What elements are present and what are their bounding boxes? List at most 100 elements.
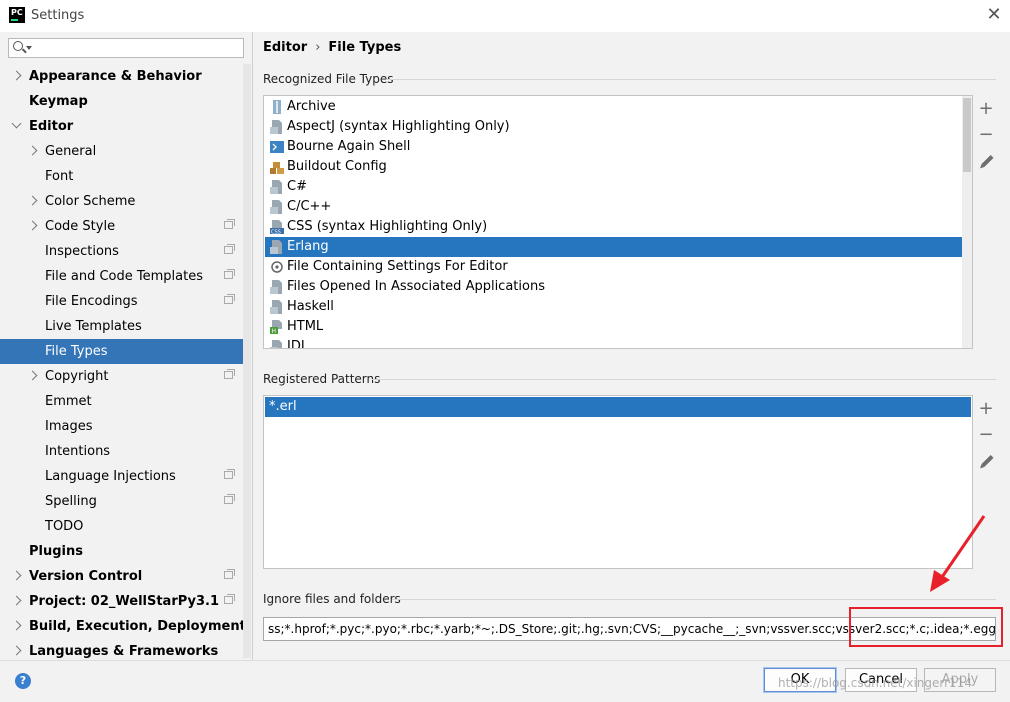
sidebar-item[interactable]: Inspections xyxy=(0,239,250,264)
sidebar-item[interactable]: File Types xyxy=(0,339,250,364)
sidebar-item[interactable]: Spelling xyxy=(0,489,250,514)
registered-patterns-list[interactable]: *.erl xyxy=(263,395,973,569)
sidebar-item[interactable]: Color Scheme xyxy=(0,189,250,214)
close-icon[interactable]: ✕ xyxy=(983,4,1005,26)
sidebar-item[interactable]: Live Templates xyxy=(0,314,250,339)
file-type-row[interactable]: Erlang xyxy=(265,237,962,257)
add-pattern-button[interactable]: + xyxy=(978,400,994,418)
chevron-down-icon[interactable] xyxy=(11,118,22,129)
sidebar-item[interactable]: Code Style xyxy=(0,214,250,239)
search-icon xyxy=(13,41,23,51)
sidebar-item-label: Appearance & Behavior xyxy=(29,69,202,84)
edit-file-type-button[interactable] xyxy=(978,152,996,170)
pattern-label: *.erl xyxy=(269,399,297,414)
chevron-right-icon[interactable] xyxy=(11,620,22,631)
chevron-right-icon[interactable] xyxy=(27,220,38,231)
pencil-icon xyxy=(981,154,994,168)
section-divider xyxy=(371,379,996,380)
file-types-scrollbar[interactable] xyxy=(962,96,972,348)
file-type-row[interactable]: Buildout Config xyxy=(265,157,962,177)
sidebar-item[interactable]: Keymap xyxy=(0,89,250,114)
registered-patterns-label: Registered Patterns xyxy=(263,372,381,386)
chevron-right-icon[interactable] xyxy=(11,645,22,656)
sidebar-item[interactable]: General xyxy=(0,139,250,164)
pattern-row[interactable]: *.erl xyxy=(265,397,971,417)
annotation-arrow-icon xyxy=(930,515,986,592)
chevron-right-icon[interactable] xyxy=(27,370,38,381)
project-scope-icon xyxy=(224,569,235,579)
help-icon[interactable]: ? xyxy=(15,673,31,689)
file-types-list[interactable]: IDL H HTML Haskell Files Opened In Associate… xyxy=(263,95,973,349)
section-divider xyxy=(392,599,996,600)
file-type-row[interactable]: CSS CSS (syntax Highlighting Only) xyxy=(265,217,962,237)
file-type-row[interactable]: Files Opened In Associated Applications xyxy=(265,277,962,297)
sidebar-item[interactable]: Project: 02_WellStarPy3.1 xyxy=(0,589,250,614)
chevron-down-icon[interactable] xyxy=(26,46,32,50)
svg-text:CSS: CSS xyxy=(271,230,281,235)
file-type-row[interactable]: Bourne Again Shell xyxy=(265,137,962,157)
chevron-right-icon[interactable] xyxy=(27,195,38,206)
sidebar-item[interactable]: Copyright xyxy=(0,364,250,389)
breadcrumb-current: File Types xyxy=(328,40,402,55)
sidebar-item-label: Version Control xyxy=(29,569,143,584)
sidebar-item-label: Plugins xyxy=(29,544,83,559)
sidebar-item-label: Emmet xyxy=(45,394,92,409)
scrollbar-thumb[interactable] xyxy=(963,98,971,172)
file-type-label: Files Opened In Associated Applications xyxy=(287,279,545,294)
splitter[interactable] xyxy=(252,32,253,660)
sidebar-item[interactable]: Images xyxy=(0,414,250,439)
file-type-label: Haskell xyxy=(287,299,334,314)
remove-file-type-button[interactable]: − xyxy=(978,126,994,144)
chevron-right-icon[interactable] xyxy=(11,570,22,581)
file-type-row[interactable]: Archive xyxy=(265,97,962,117)
shell-icon xyxy=(270,140,284,154)
sidebar-item-label: File and Code Templates xyxy=(45,269,203,284)
chevron-right-icon[interactable] xyxy=(27,145,38,156)
file-type-row[interactable]: IDL xyxy=(265,337,962,348)
edit-pattern-button[interactable] xyxy=(978,452,996,470)
chevron-right-icon[interactable] xyxy=(11,595,22,606)
sidebar-item[interactable]: Appearance & Behavior xyxy=(0,64,250,89)
sidebar-item-label: Copyright xyxy=(45,369,109,384)
settings-search-input[interactable] xyxy=(8,38,244,58)
sidebar-item-label: Language Injections xyxy=(45,469,176,484)
sidebar-item[interactable]: Language Injections xyxy=(0,464,250,489)
sidebar-item[interactable]: Emmet xyxy=(0,389,250,414)
file-type-row[interactable]: File Containing Settings For Editor xyxy=(265,257,962,277)
sidebar-item[interactable]: Font xyxy=(0,164,250,189)
project-scope-icon xyxy=(224,219,235,229)
sidebar-item[interactable]: Intentions xyxy=(0,439,250,464)
html-icon: H xyxy=(270,320,284,335)
sidebar-item[interactable]: File Encodings xyxy=(0,289,250,314)
chevron-right-icon[interactable] xyxy=(11,70,22,81)
file-icon xyxy=(270,120,284,134)
file-type-row[interactable]: AspectJ (syntax Highlighting Only) xyxy=(265,117,962,137)
sidebar-item[interactable]: Plugins xyxy=(0,539,250,564)
remove-pattern-button[interactable]: − xyxy=(978,426,994,444)
add-file-type-button[interactable]: + xyxy=(978,100,994,118)
file-type-row[interactable]: Haskell xyxy=(265,297,962,317)
breadcrumb-parent[interactable]: Editor xyxy=(263,40,307,55)
sidebar-scrollbar[interactable] xyxy=(243,64,251,658)
sidebar-item-label: Spelling xyxy=(45,494,97,509)
file-type-row[interactable]: C/C++ xyxy=(265,197,962,217)
file-icon xyxy=(270,240,284,254)
sidebar-item[interactable]: Version Control xyxy=(0,564,250,589)
sidebar-item-label: Inspections xyxy=(45,244,119,259)
file-icon xyxy=(270,340,284,348)
pencil-icon xyxy=(981,454,994,468)
project-scope-icon xyxy=(224,294,235,304)
sidebar-item-label: File Types xyxy=(45,344,108,359)
editorconfig-icon xyxy=(270,260,284,274)
sidebar-item[interactable]: File and Code Templates xyxy=(0,264,250,289)
file-icon xyxy=(270,300,284,314)
sidebar-item[interactable]: Build, Execution, Deployment xyxy=(0,614,250,639)
file-type-row[interactable]: H HTML xyxy=(265,317,962,337)
sidebar-item-label: Images xyxy=(45,419,93,434)
file-type-row[interactable]: C# xyxy=(265,177,962,197)
sidebar-item-label: Intentions xyxy=(45,444,111,459)
watermark: https://blog.csdn.net/xingerr114 xyxy=(778,676,972,690)
sidebar-item[interactable]: TODO xyxy=(0,514,250,539)
file-type-label: AspectJ (syntax Highlighting Only) xyxy=(287,119,510,134)
sidebar-item[interactable]: Editor xyxy=(0,114,250,139)
